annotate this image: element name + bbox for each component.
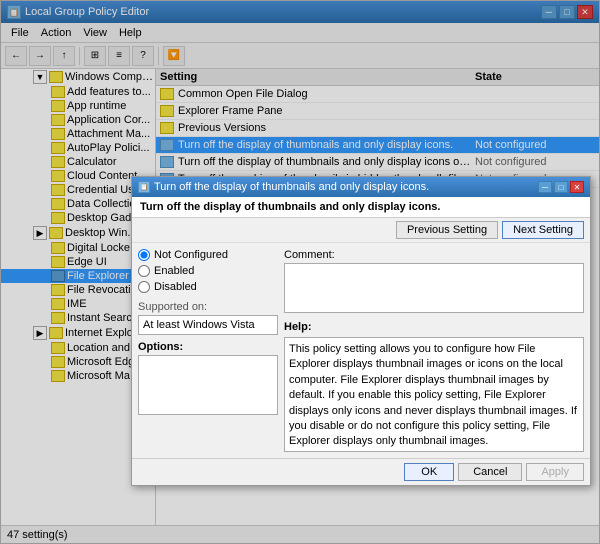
supported-label: Supported on: [138, 301, 278, 313]
radio-input-disabled[interactable] [138, 281, 150, 293]
radio-not-configured[interactable]: Not Configured [138, 249, 278, 261]
dialog-subtitle: Turn off the display of thumbnails and o… [132, 197, 590, 218]
dialog-minimize-button[interactable]: ─ [538, 181, 552, 193]
dialog-controls: ─ □ ✕ [538, 181, 584, 193]
cancel-button[interactable]: Cancel [458, 463, 522, 481]
dialog-title-left: 📋 Turn off the display of thumbnails and… [138, 181, 429, 193]
radio-label-not-configured: Not Configured [154, 249, 228, 261]
main-window: 📋 Local Group Policy Editor ─ □ ✕ File A… [0, 0, 600, 544]
options-label: Options: [138, 341, 278, 353]
apply-button[interactable]: Apply [526, 463, 584, 481]
supported-value: At least Windows Vista [138, 315, 278, 335]
comment-label: Comment: [284, 249, 584, 261]
comment-section: Comment: [284, 249, 584, 313]
dialog-left-panel: Not Configured Enabled Disabled Supporte… [138, 249, 278, 452]
next-setting-button[interactable]: Next Setting [502, 221, 584, 239]
dialog-title-text: Turn off the display of thumbnails and o… [154, 181, 429, 193]
supported-section: Supported on: At least Windows Vista [138, 301, 278, 335]
help-label: Help: [284, 321, 584, 333]
radio-enabled[interactable]: Enabled [138, 265, 278, 277]
dialog-title-bar: 📋 Turn off the display of thumbnails and… [132, 177, 590, 197]
help-box: This policy setting allows you to config… [284, 337, 584, 452]
dialog-icon: 📋 [138, 181, 150, 193]
dialog-overlay: 📋 Turn off the display of thumbnails and… [1, 1, 599, 543]
options-section: Options: [138, 341, 278, 415]
previous-setting-button[interactable]: Previous Setting [396, 221, 498, 239]
radio-label-disabled: Disabled [154, 281, 197, 293]
dialog-toolbar: Previous Setting Next Setting [132, 218, 590, 243]
options-box [138, 355, 278, 415]
radio-disabled[interactable]: Disabled [138, 281, 278, 293]
ok-button[interactable]: OK [404, 463, 454, 481]
radio-group-config: Not Configured Enabled Disabled [138, 249, 278, 293]
settings-dialog: 📋 Turn off the display of thumbnails and… [131, 176, 591, 486]
dialog-maximize-button[interactable]: □ [554, 181, 568, 193]
dialog-right-panel: Comment: Help: This policy setting allow… [284, 249, 584, 452]
radio-input-enabled[interactable] [138, 265, 150, 277]
comment-textarea[interactable] [284, 263, 584, 313]
radio-input-not-configured[interactable] [138, 249, 150, 261]
dialog-close-button[interactable]: ✕ [570, 181, 584, 193]
dialog-subtitle-text: Turn off the display of thumbnails and o… [140, 201, 441, 213]
dialog-footer: OK Cancel Apply [132, 458, 590, 485]
radio-label-enabled: Enabled [154, 265, 194, 277]
dialog-content: Not Configured Enabled Disabled Supporte… [132, 243, 590, 458]
help-text: This policy setting allows you to config… [289, 343, 577, 447]
